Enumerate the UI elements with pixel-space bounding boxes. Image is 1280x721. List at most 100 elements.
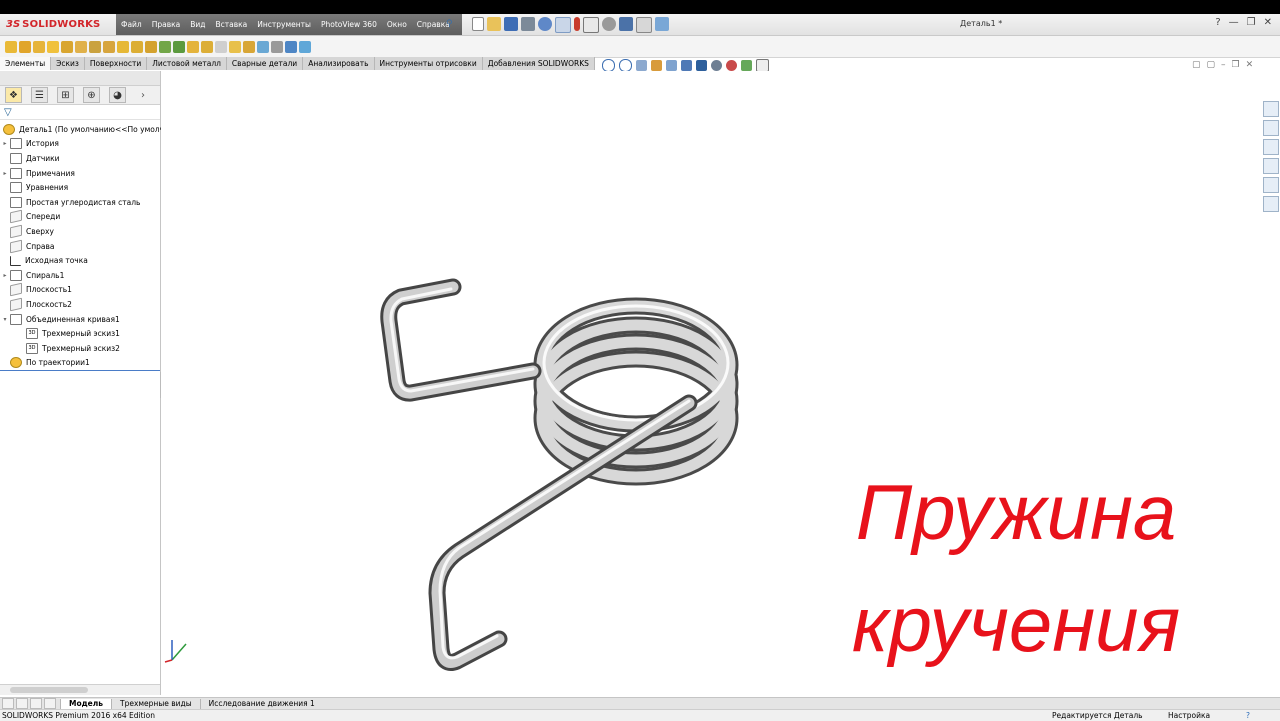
doc-maximize-icon[interactable]: ❐	[1232, 60, 1240, 70]
menu-edit[interactable]: Правка	[152, 20, 181, 29]
solidworks-logo[interactable]: 3S SOLIDWORKS	[6, 17, 100, 32]
configuration-manager-tab-icon[interactable]: ⊞	[57, 87, 74, 103]
previous-view-icon[interactable]	[636, 60, 647, 71]
tree-filter[interactable]: ▽	[0, 105, 160, 120]
scroll-thumb[interactable]	[10, 687, 88, 693]
new-icon[interactable]	[472, 17, 484, 31]
menu-view[interactable]: Вид	[190, 20, 205, 29]
intersect-icon[interactable]	[243, 40, 255, 53]
extruded-cut-icon[interactable]	[75, 40, 87, 53]
undo-icon[interactable]	[538, 17, 552, 31]
tree-item-top-plane[interactable]: Сверху	[0, 224, 160, 239]
lofted-boss-icon[interactable]	[47, 40, 59, 53]
menu-photoview[interactable]: PhotoView 360	[321, 20, 377, 29]
draft-icon[interactable]	[201, 40, 213, 53]
design-library-icon[interactable]	[1263, 120, 1279, 136]
revolved-boss-icon[interactable]	[19, 40, 31, 53]
wrap-icon[interactable]	[229, 40, 241, 53]
tab-weldments[interactable]: Сварные детали	[226, 57, 304, 70]
view-orientation-icon[interactable]	[681, 60, 692, 71]
panel-scrollbar[interactable]	[0, 684, 160, 695]
fillet-icon[interactable]	[159, 40, 171, 53]
tab-sheet-metal[interactable]: Листовой металл	[147, 57, 227, 70]
boundary-boss-icon[interactable]	[61, 40, 73, 53]
collapse-arrow-icon[interactable]: ▾	[0, 316, 10, 323]
swept-boss-icon[interactable]	[33, 40, 45, 53]
tree-item-history[interactable]: ▸ История	[0, 137, 160, 152]
panel-expand-icon[interactable]: ›	[141, 90, 145, 101]
tree-item-sweep[interactable]: По траектории1	[0, 356, 160, 372]
instant3d-icon[interactable]	[299, 40, 311, 53]
rib-icon[interactable]	[187, 40, 199, 53]
curves-icon[interactable]	[285, 40, 297, 53]
tab-surfaces[interactable]: Поверхности	[84, 57, 148, 70]
tree-item-plane1[interactable]: Плоскость1	[0, 283, 160, 298]
help-icon[interactable]: ?	[1215, 17, 1220, 28]
display-style-icon[interactable]	[696, 60, 707, 71]
dynamic-annotation-icon[interactable]	[666, 60, 677, 71]
tree-item-right-plane[interactable]: Справа	[0, 239, 160, 254]
menu-file[interactable]: Файл	[121, 20, 142, 29]
lofted-cut-icon[interactable]	[131, 40, 143, 53]
close-button[interactable]: ✕	[1264, 17, 1272, 28]
tree-item-material[interactable]: Простая углеродистая сталь	[0, 195, 160, 210]
tab-nav-last-icon[interactable]	[44, 698, 56, 709]
appearances-scenes-icon[interactable]	[1263, 177, 1279, 193]
doc-restore-icon[interactable]: ▢	[1207, 60, 1216, 70]
feature-manager-tab-icon[interactable]: ❖	[5, 87, 22, 103]
tab-nav-next-icon[interactable]	[30, 698, 42, 709]
restore-button[interactable]: ❐	[1247, 17, 1256, 28]
tree-item-equations[interactable]: Уравнения	[0, 180, 160, 195]
options-icon[interactable]	[602, 17, 616, 31]
tree-item-3d-sketch2[interactable]: 3D Трехмерный эскиз2	[0, 341, 160, 356]
reference-geometry-icon[interactable]	[271, 40, 283, 53]
pin-icon[interactable]: ⚲	[446, 19, 454, 29]
tab-model[interactable]: Модель	[60, 698, 111, 709]
expand-arrow-icon[interactable]: ▸	[0, 272, 10, 279]
file-properties-icon[interactable]	[583, 17, 599, 33]
tab-sketch[interactable]: Эскиз	[51, 57, 85, 70]
tree-item-annotations[interactable]: ▸ Примечания	[0, 166, 160, 181]
linear-pattern-icon[interactable]	[173, 40, 185, 53]
tab-render-tools[interactable]: Инструменты отрисовки	[374, 57, 483, 70]
mirror-icon[interactable]	[257, 40, 269, 53]
grid-icon[interactable]	[636, 17, 652, 33]
solidworks-resources-icon[interactable]	[1263, 101, 1279, 117]
display-manager-tab-icon[interactable]: ◕	[109, 87, 126, 103]
doc-minimize-icon[interactable]: –	[1221, 60, 1226, 70]
dimxpert-tab-icon[interactable]: ⊕	[83, 87, 100, 103]
tab-solidworks-addins[interactable]: Добавления SOLIDWORKS	[482, 57, 595, 70]
expand-arrow-icon[interactable]: ▸	[0, 140, 10, 147]
open-icon[interactable]	[487, 17, 501, 31]
tab-motion-study[interactable]: Исследование движения 1	[199, 698, 323, 709]
tree-item-3d-sketch1[interactable]: 3D Трехмерный эскиз1	[0, 326, 160, 341]
scene-icon[interactable]	[741, 60, 752, 71]
hide-show-icon[interactable]	[711, 60, 722, 71]
section-view-icon[interactable]	[651, 60, 662, 71]
property-manager-tab-icon[interactable]: ☰	[31, 87, 48, 103]
tree-item-plane2[interactable]: Плоскость2	[0, 297, 160, 312]
tree-item-origin[interactable]: Исходная точка	[0, 253, 160, 268]
view-palette-icon[interactable]	[1263, 158, 1279, 174]
menu-window[interactable]: Окно	[387, 20, 407, 29]
status-help-icon[interactable]: ?	[1246, 710, 1250, 721]
expand-arrow-icon[interactable]: ▸	[0, 170, 10, 177]
boundary-cut-icon[interactable]	[145, 40, 157, 53]
tile-icon[interactable]: ▢	[1192, 60, 1201, 70]
save-icon[interactable]	[504, 17, 518, 31]
revolved-cut-icon[interactable]	[103, 40, 115, 53]
tree-item-sensors[interactable]: Датчики	[0, 151, 160, 166]
rebuild-icon[interactable]	[574, 17, 580, 31]
print-icon[interactable]	[521, 17, 535, 31]
hole-wizard-icon[interactable]	[89, 40, 101, 53]
file-explorer-icon[interactable]	[1263, 139, 1279, 155]
doc-close-icon[interactable]: ✕	[1246, 60, 1254, 70]
menu-insert[interactable]: Вставка	[216, 20, 248, 29]
swept-cut-icon[interactable]	[117, 40, 129, 53]
tree-item-helix[interactable]: ▸ Спираль1	[0, 268, 160, 283]
custom-units-dropdown[interactable]: Настройка	[1168, 710, 1210, 721]
tab-3d-views[interactable]: Трехмерные виды	[111, 698, 200, 709]
menu-tools[interactable]: Инструменты	[257, 20, 311, 29]
extruded-boss-icon[interactable]	[5, 40, 17, 53]
collapse-icon[interactable]	[655, 17, 669, 31]
